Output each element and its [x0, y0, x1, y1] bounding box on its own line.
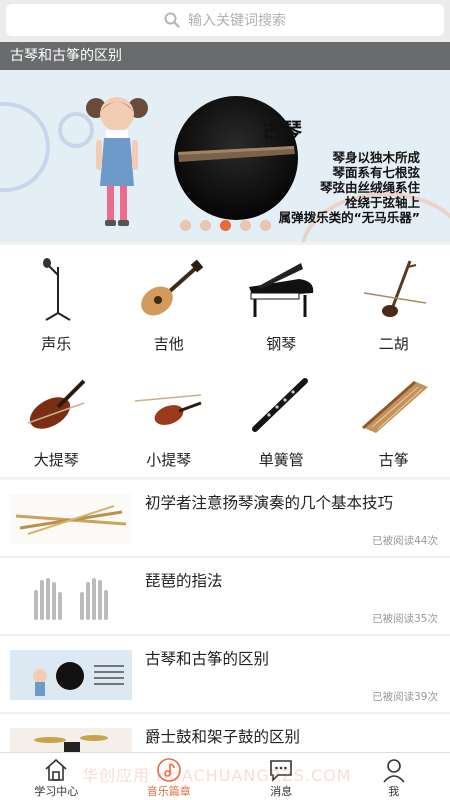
- tab-label: 消息: [270, 785, 293, 798]
- article-title: 古琴和古筝的区别: [145, 650, 270, 668]
- article-thumbnail: [10, 572, 132, 622]
- guqin-slide-image: [10, 650, 132, 700]
- cartoon-girl-illustration: [86, 97, 148, 226]
- carousel-dot-active[interactable]: [219, 220, 231, 231]
- decor-arc: [0, 102, 50, 192]
- instrument-grid: 声乐 吉他 钢琴 二胡 大提琴 小提琴 单簧管 古筝: [0, 245, 450, 477]
- microphone-stand-icon: [43, 258, 71, 321]
- article-title: 琵琶的指法: [145, 572, 223, 590]
- guzheng-icon: [361, 381, 428, 433]
- search-icon: [164, 12, 180, 28]
- hand-fingering-image: [10, 572, 132, 622]
- instrument-violin[interactable]: 小提琴: [113, 361, 226, 477]
- carousel-dot[interactable]: [199, 220, 211, 231]
- instrument-label: 古筝: [378, 451, 409, 469]
- instrument-label: 吉他: [153, 335, 184, 353]
- tab-music-chapter[interactable]: 音乐篇章: [113, 753, 226, 800]
- guitar-icon: [140, 259, 204, 316]
- slide-line: 琴身以独木所成: [332, 150, 420, 165]
- instrument-clarinet[interactable]: 单簧管: [225, 361, 338, 477]
- bottom-tab-bar: 学习中心 音乐篇章 消息 我: [0, 752, 450, 800]
- carousel-dot[interactable]: [259, 220, 271, 231]
- article-read-count: 已被阅读44次: [372, 535, 438, 547]
- cello-icon: [27, 379, 86, 429]
- instrument-label: 单簧管: [258, 451, 304, 469]
- tab-me[interactable]: 我: [338, 753, 450, 800]
- banner-carousel[interactable]: 古琴 琴身以独木所成 琴面系有七根弦 琴弦由丝绒绳系住 栓绕于弦轴上 属弹拨乐类…: [0, 42, 450, 242]
- article-item[interactable]: 古琴和古筝的区别 已被阅读39次: [0, 636, 450, 714]
- top-bar: 输入关键词搜索: [0, 0, 450, 42]
- user-icon: [383, 759, 405, 783]
- article-list: 初学者注意扬琴演奏的几个基本技巧 已被阅读44次 琵琶的指法 已被阅读35次 古…: [0, 480, 450, 792]
- tab-study-center[interactable]: 学习中心: [0, 753, 113, 800]
- music-note-icon: [156, 758, 181, 782]
- search-placeholder: 输入关键词搜索: [188, 13, 286, 29]
- instrument-cello[interactable]: 大提琴: [0, 361, 113, 477]
- slide-text: 琴身以独木所成 琴面系有七根弦 琴弦由丝绒绳系住 栓绕于弦轴上 属弹拨乐类的“无…: [279, 150, 420, 225]
- article-thumbnail: [10, 494, 132, 544]
- instrument-label: 声乐: [41, 335, 72, 353]
- yangqin-sticks-image: [10, 494, 132, 544]
- grand-piano-icon: [249, 263, 314, 317]
- tab-messages[interactable]: 消息: [225, 753, 338, 800]
- slide-heading: 古琴: [262, 118, 302, 142]
- message-icon: [270, 760, 293, 782]
- search-input[interactable]: 输入关键词搜索: [6, 4, 444, 36]
- instrument-vocal[interactable]: 声乐: [0, 245, 113, 361]
- article-read-count: 已被阅读39次: [372, 691, 438, 703]
- article-read-count: 已被阅读35次: [372, 613, 438, 625]
- clarinet-icon: [252, 378, 309, 432]
- violin-icon: [134, 394, 202, 425]
- article-title: 爵士鼓和架子鼓的区别: [145, 728, 301, 746]
- instrument-guzheng[interactable]: 古筝: [338, 361, 450, 477]
- tab-label: 我: [388, 785, 400, 798]
- home-icon: [45, 758, 67, 781]
- article-item[interactable]: 琵琶的指法 已被阅读35次: [0, 558, 450, 636]
- carousel-dot[interactable]: [239, 220, 251, 231]
- tab-label: 音乐篇章: [146, 785, 191, 798]
- instrument-label: 钢琴: [266, 335, 297, 353]
- slide-line: 琴弦由丝绒绳系住: [319, 180, 420, 195]
- instrument-piano[interactable]: 钢琴: [225, 245, 338, 361]
- slide-line: 栓绕于弦轴上: [344, 195, 420, 210]
- instrument-label: 二胡: [378, 335, 409, 353]
- article-thumbnail: [10, 650, 132, 700]
- instrument-label: 大提琴: [33, 451, 79, 469]
- slide-line: 琴面系有七根弦: [332, 165, 420, 180]
- instrument-erhu[interactable]: 二胡: [338, 245, 450, 361]
- article-item[interactable]: 初学者注意扬琴演奏的几个基本技巧 已被阅读44次: [0, 480, 450, 558]
- instrument-guitar[interactable]: 吉他: [113, 245, 226, 361]
- tab-label: 学习中心: [34, 785, 79, 798]
- banner-title: 古琴和古筝的区别: [0, 42, 450, 70]
- instrument-label: 小提琴: [146, 451, 192, 469]
- article-title: 初学者注意扬琴演奏的几个基本技巧: [145, 494, 394, 512]
- carousel-dot[interactable]: [179, 220, 191, 231]
- carousel-dots: [0, 220, 450, 231]
- erhu-icon: [363, 260, 426, 317]
